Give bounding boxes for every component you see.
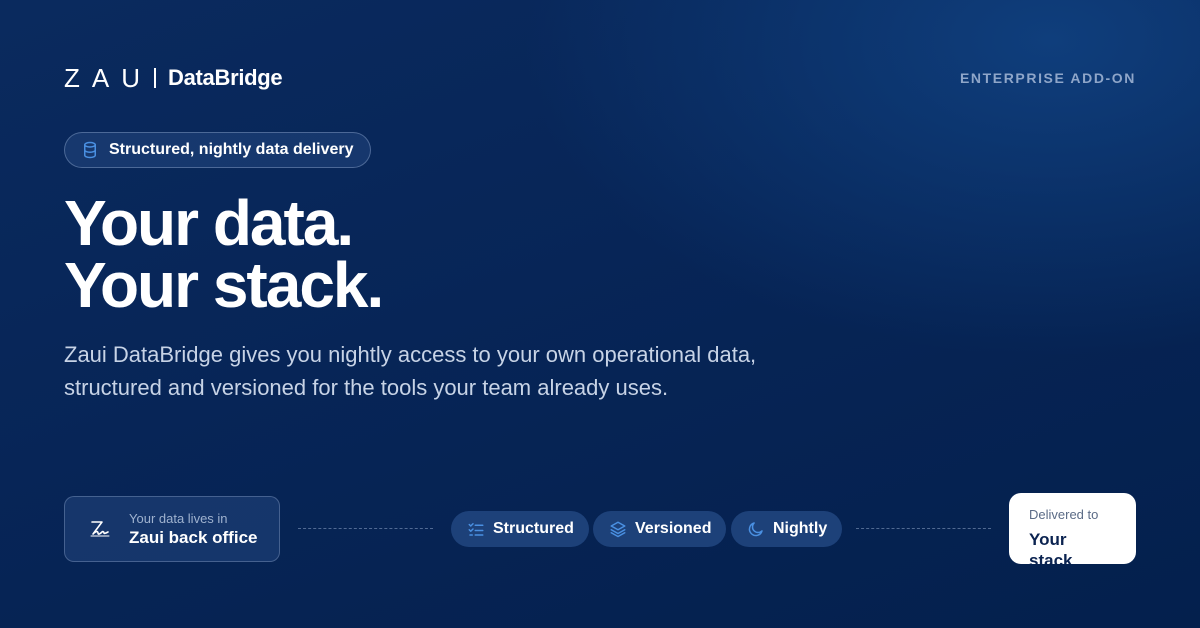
chip-nightly: Nightly (731, 511, 843, 547)
source-card: Your data lives in Zaui back office (64, 496, 280, 562)
chip-label-versioned: Versioned (635, 520, 712, 537)
connector-line-left (298, 528, 433, 529)
brand-mark: ZAU (64, 63, 152, 93)
connector-line-right (856, 528, 991, 529)
source-caption: Your data lives in (129, 511, 228, 526)
brand-divider (154, 68, 156, 88)
moon-icon (748, 522, 763, 537)
destination-title: Your stack (1029, 530, 1073, 564)
chip-label-structured: Structured (493, 520, 574, 537)
chip-label-nightly: Nightly (773, 520, 828, 537)
destination-caption: Delivered to (1029, 507, 1099, 522)
layers-icon (610, 521, 626, 538)
pill-label: Structured, nightly data delivery (109, 141, 354, 158)
headline-line-2: Your stack. (64, 249, 384, 321)
subtitle: Zaui DataBridge gives you nightly access… (64, 342, 757, 400)
source-title: Zaui back office (129, 528, 258, 547)
signature-icon (90, 521, 110, 537)
chip-versioned: Versioned (593, 511, 727, 547)
destination-card: Delivered to Your stack (1009, 493, 1136, 564)
chip-structured: Structured (451, 511, 589, 547)
page: ZAU DataBridge ENTERPRISE ADD-ON Structu… (0, 0, 1200, 628)
feature-pill: Structured, nightly data delivery (64, 132, 371, 168)
enterprise-tag: ENTERPRISE ADD-ON (959, 70, 1136, 86)
database-icon (84, 141, 96, 159)
headline-line-1: Your data. (64, 187, 354, 259)
product-name: DataBridge (168, 65, 283, 90)
brand-logo: ZAU DataBridge (64, 62, 283, 94)
header: ZAU DataBridge ENTERPRISE ADD-ON (64, 62, 1136, 94)
headline: Your data. Your stack. (64, 187, 384, 321)
checklist-icon (468, 523, 484, 536)
